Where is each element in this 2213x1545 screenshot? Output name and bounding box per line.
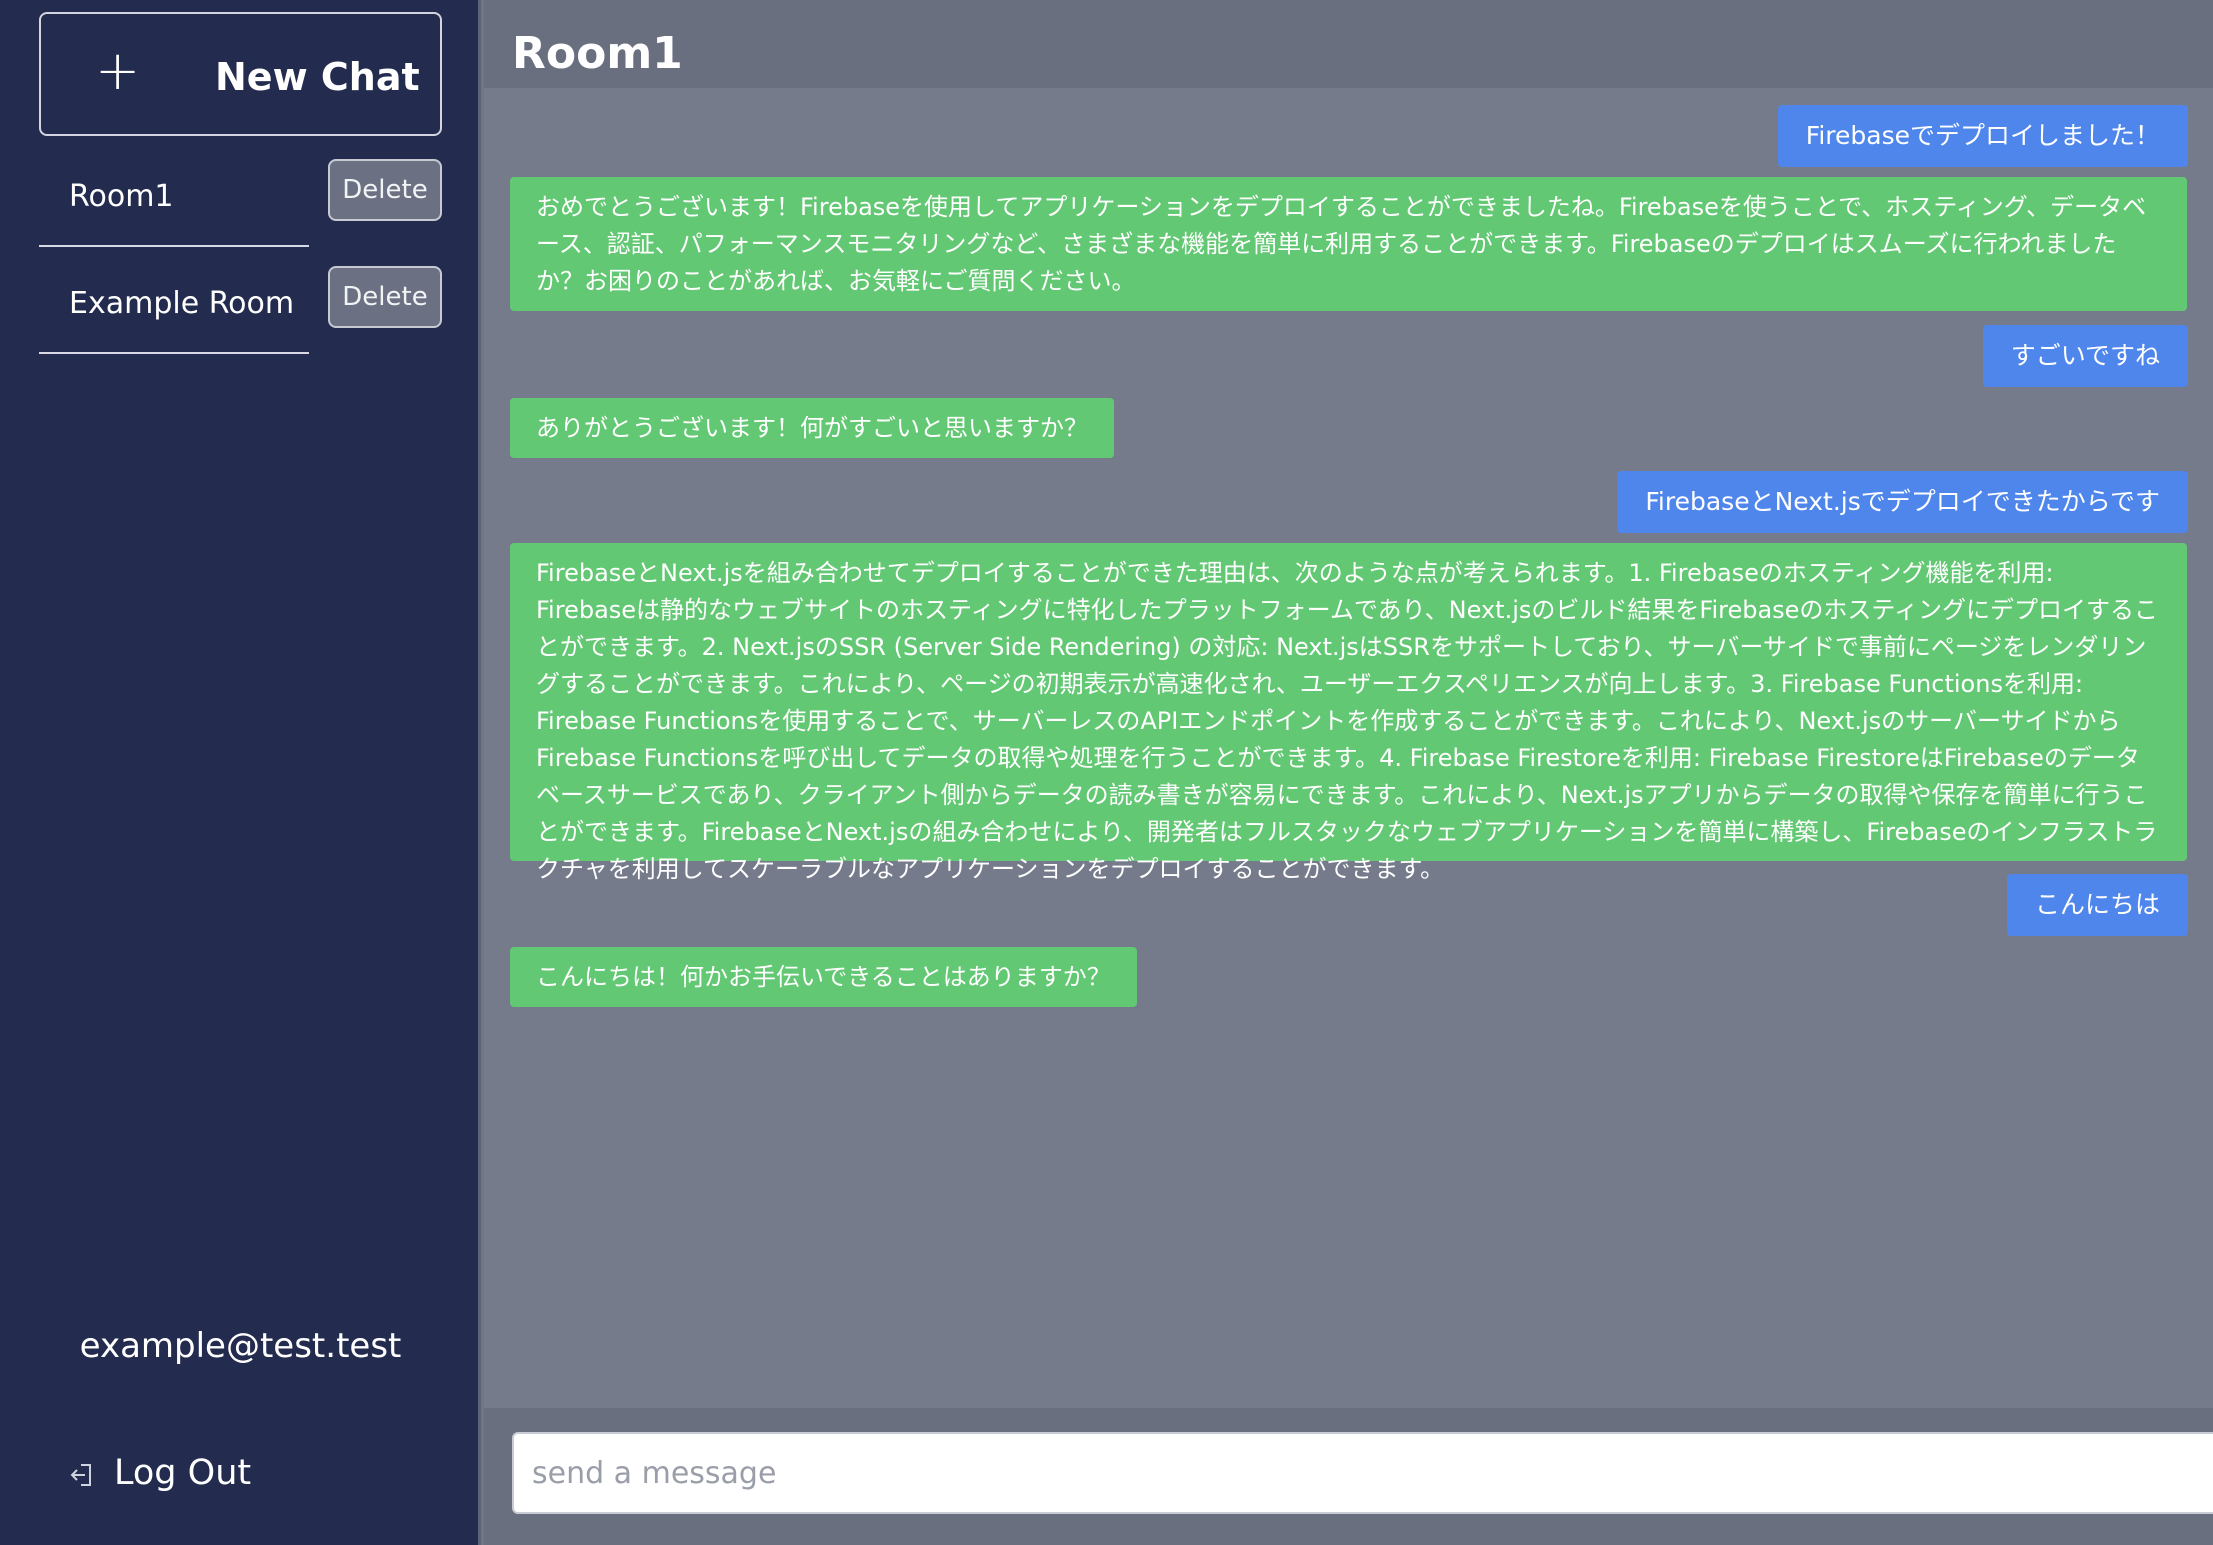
chat-main: Room1 Firebaseでデプロイしました！ おめでとうございます！Fire…	[484, 0, 2213, 1545]
user-message: Firebaseでデプロイしました！	[1777, 105, 2188, 167]
user-email: example@test.test	[79, 1326, 402, 1366]
delete-room-button[interactable]: Delete	[328, 159, 442, 221]
user-message: すごいですね	[1982, 325, 2188, 387]
bot-message: おめでとうございます！Firebaseを使用してアプリケーションをデプロイするこ…	[510, 177, 2187, 311]
room-title: Room1	[512, 28, 683, 79]
delete-room-button[interactable]: Delete	[328, 266, 442, 328]
user-message: FirebaseとNext.jsでデプロイできたからです	[1617, 471, 2188, 533]
plus-icon: +	[95, 39, 141, 102]
chat-header: Room1	[484, 0, 2213, 88]
message-list: Firebaseでデプロイしました！ おめでとうございます！Firebaseを使…	[484, 88, 2213, 1408]
sidebar-room-item[interactable]: Example Room Delete	[39, 264, 442, 354]
room-divider	[39, 245, 309, 247]
new-chat-button[interactable]: + New Chat	[39, 12, 442, 136]
message-input[interactable]	[512, 1432, 2213, 1514]
room-name[interactable]: Room1	[69, 177, 174, 217]
message-composer	[484, 1408, 2213, 1545]
new-chat-label: New Chat	[215, 55, 420, 99]
user-message: こんにちは	[2006, 874, 2188, 936]
room-name[interactable]: Example Room	[69, 284, 294, 324]
sidebar-room-item[interactable]: Room1 Delete	[39, 157, 442, 247]
logout-icon	[70, 1464, 91, 1486]
bot-message: FirebaseとNext.jsを組み合わせてデプロイすることができた理由は、次…	[510, 543, 2187, 883]
room-divider	[39, 352, 309, 354]
sidebar: + New Chat Room1 Delete Example Room Del…	[0, 0, 481, 1545]
bot-message: ありがとうございます！何がすごいと思いますか？	[510, 398, 1114, 458]
bot-message: こんにちは！何かお手伝いできることはありますか？	[510, 947, 1137, 1007]
logout-label: Log Out	[114, 1453, 252, 1493]
